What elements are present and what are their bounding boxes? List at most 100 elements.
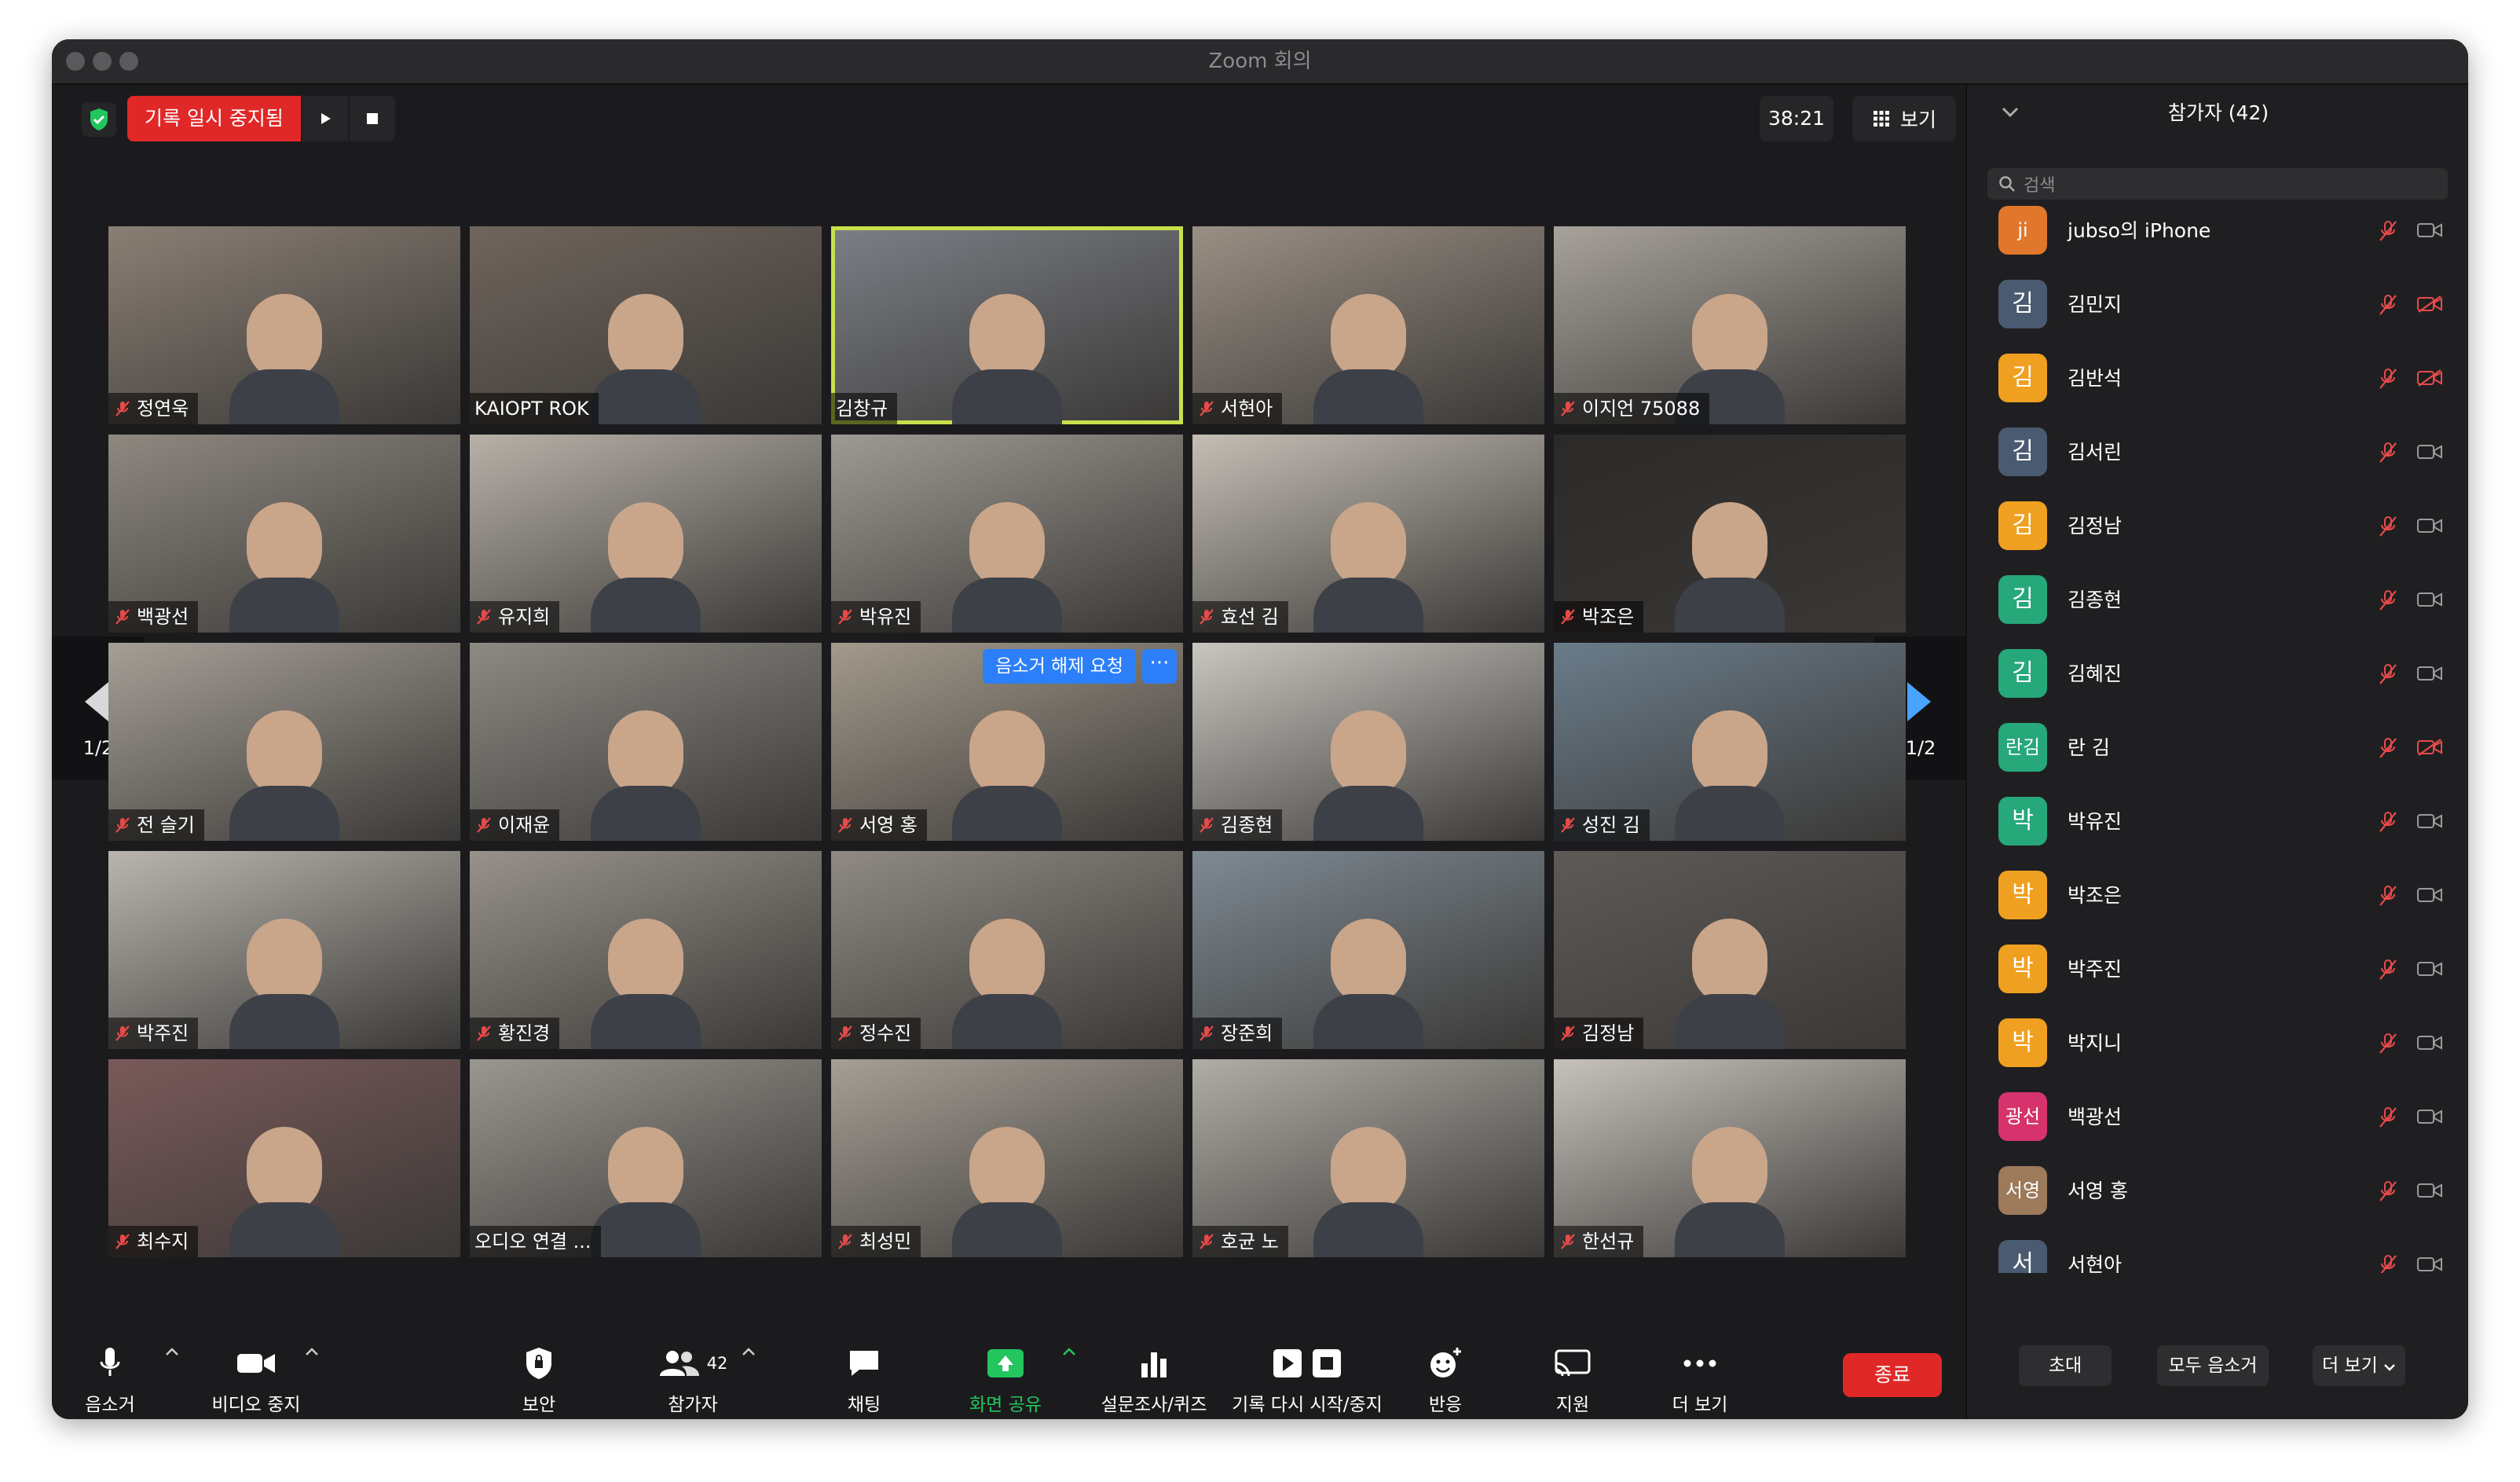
security-button[interactable]: 보안 <box>492 1339 586 1415</box>
video-tile[interactable]: 유지희 <box>470 435 822 633</box>
video-tile[interactable]: 서현아 <box>1192 226 1544 424</box>
view-button[interactable]: 보기 <box>1852 96 1956 141</box>
video-tile[interactable]: 성진 김 <box>1554 643 1906 841</box>
chevron-up-icon[interactable] <box>742 1347 756 1356</box>
video-tile[interactable]: KAIOPT ROK <box>470 226 822 424</box>
video-camera-icon[interactable] <box>2416 812 2443 831</box>
video-tile[interactable]: 박유진 <box>831 435 1183 633</box>
share-screen-button[interactable]: 화면 공유 <box>943 1339 1068 1415</box>
chat-button[interactable]: 채팅 <box>817 1339 911 1415</box>
participant-row[interactable]: 박 박지니 <box>1967 1006 2468 1081</box>
muted-mic-icon[interactable] <box>2377 1032 2399 1055</box>
muted-mic-icon[interactable] <box>2377 1179 2399 1203</box>
video-tile[interactable]: 김종현 <box>1192 643 1544 841</box>
muted-mic-icon[interactable] <box>2377 293 2399 317</box>
participant-row[interactable]: 김 김혜진 <box>1967 636 2468 712</box>
participant-name: 박유진 <box>859 606 912 628</box>
muted-mic-icon[interactable] <box>2377 884 2399 908</box>
participant-row[interactable]: 박 박주진 <box>1967 932 2468 1007</box>
participant-row[interactable]: 김 김서린 <box>1967 415 2468 490</box>
participant-row[interactable]: 란김 란 김 <box>1967 710 2468 786</box>
invite-button[interactable]: 초대 <box>2019 1345 2112 1386</box>
participant-row[interactable]: 박 박조은 <box>1967 858 2468 934</box>
muted-mic-icon[interactable] <box>2377 810 2399 834</box>
mute-button[interactable]: 음소거 <box>63 1339 157 1415</box>
video-camera-icon[interactable] <box>2416 221 2443 240</box>
video-tile[interactable]: 한선규 <box>1554 1059 1906 1257</box>
video-tile[interactable]: 효선 김 <box>1192 435 1544 633</box>
muted-mic-icon[interactable] <box>2377 736 2399 760</box>
video-tile[interactable]: 정연욱 <box>108 226 460 424</box>
muted-mic-icon[interactable] <box>2377 1253 2399 1273</box>
video-tile[interactable]: 김정남 <box>1554 851 1906 1049</box>
recording-control-button[interactable]: 기록 다시 시작/중지 <box>1230 1339 1384 1415</box>
participant-row[interactable]: 박 박유진 <box>1967 784 2468 860</box>
participant-row[interactable]: 서 서현아 <box>1967 1227 2468 1273</box>
participant-row[interactable]: 김 김반석 <box>1967 341 2468 416</box>
tile-more-button[interactable]: ··· <box>1142 649 1177 684</box>
video-off-icon[interactable] <box>2416 369 2443 387</box>
video-off-icon[interactable] <box>2416 738 2443 757</box>
video-camera-icon[interactable] <box>2416 1255 2443 1273</box>
more-button[interactable]: 더 보기 <box>1661 1339 1739 1415</box>
video-tile[interactable]: 정수진 <box>831 851 1183 1049</box>
muted-mic-icon[interactable] <box>2377 515 2399 538</box>
video-camera-icon[interactable] <box>2416 590 2443 609</box>
chevron-up-icon[interactable] <box>1062 1347 1076 1356</box>
stop-video-button[interactable]: 비디오 중지 <box>193 1339 319 1415</box>
video-tile[interactable]: 김창규 <box>831 226 1183 424</box>
muted-mic-icon[interactable] <box>2377 219 2399 243</box>
participant-row[interactable]: 김 김정남 <box>1967 489 2468 564</box>
video-off-icon[interactable] <box>2416 295 2443 314</box>
video-camera-icon[interactable] <box>2416 442 2443 461</box>
support-button[interactable]: 지원 <box>1533 1339 1612 1415</box>
participant-row[interactable]: 서영 서영 홍 <box>1967 1154 2468 1229</box>
video-tile[interactable]: 백광선 <box>108 435 460 633</box>
more-options-button[interactable]: 더 보기 <box>2313 1345 2405 1386</box>
video-tile[interactable]: 서영 홍 음소거 해제 요청 ··· <box>831 643 1183 841</box>
video-tile[interactable]: 박조은 <box>1554 435 1906 633</box>
chevron-up-icon[interactable] <box>305 1347 319 1356</box>
video-tile[interactable]: 최수지 <box>108 1059 460 1257</box>
reactions-button[interactable]: 반응 <box>1406 1339 1485 1415</box>
participant-row[interactable]: 김 김종현 <box>1967 563 2468 638</box>
video-tile[interactable]: 최성민 <box>831 1059 1183 1257</box>
avatar: 광선 <box>1998 1092 2047 1141</box>
video-camera-icon[interactable] <box>2416 1181 2443 1200</box>
chevron-up-icon[interactable] <box>165 1347 179 1356</box>
polls-button[interactable]: 설문조사/퀴즈 <box>1087 1339 1221 1415</box>
participant-row[interactable]: 김 김민지 <box>1967 267 2468 343</box>
video-camera-icon[interactable] <box>2416 886 2443 904</box>
video-camera-icon[interactable] <box>2416 516 2443 535</box>
participant-video <box>591 710 701 841</box>
muted-mic-icon[interactable] <box>2377 1106 2399 1129</box>
video-tile[interactable]: 호균 노 <box>1192 1059 1544 1257</box>
video-tile[interactable]: 이재윤 <box>470 643 822 841</box>
participant-name-tag: 전 슬기 <box>108 809 204 841</box>
video-camera-icon[interactable] <box>2416 664 2443 683</box>
unmute-request-button[interactable]: 음소거 해제 요청 <box>983 649 1136 684</box>
video-camera-icon[interactable] <box>2416 959 2443 978</box>
muted-mic-icon[interactable] <box>2377 662 2399 686</box>
video-tile[interactable]: 황진경 <box>470 851 822 1049</box>
video-tile[interactable]: 이지언 75088 <box>1554 226 1906 424</box>
participant-search-input[interactable]: 검색 <box>1987 168 2448 200</box>
video-tile[interactable]: 오디오 연결 ... <box>470 1059 822 1257</box>
muted-mic-icon[interactable] <box>2377 441 2399 464</box>
mute-all-button[interactable]: 모두 음소거 <box>2157 1345 2269 1386</box>
resume-recording-button[interactable] <box>300 96 348 141</box>
video-camera-icon[interactable] <box>2416 1033 2443 1052</box>
end-meeting-button[interactable]: 종료 <box>1843 1353 1942 1397</box>
muted-mic-icon[interactable] <box>2377 589 2399 612</box>
participant-row[interactable]: ji jubso의 iPhone <box>1967 201 2468 269</box>
video-tile[interactable]: 장준희 <box>1192 851 1544 1049</box>
video-tile[interactable]: 박주진 <box>108 851 460 1049</box>
participants-button[interactable]: 42 참가자 <box>646 1339 740 1415</box>
muted-mic-icon[interactable] <box>2377 958 2399 981</box>
security-shield-icon[interactable] <box>82 102 116 137</box>
video-camera-icon[interactable] <box>2416 1107 2443 1126</box>
participant-row[interactable]: 광선 백광선 <box>1967 1080 2468 1155</box>
muted-mic-icon[interactable] <box>2377 367 2399 391</box>
stop-recording-button[interactable] <box>347 96 395 141</box>
video-tile[interactable]: 전 슬기 <box>108 643 460 841</box>
